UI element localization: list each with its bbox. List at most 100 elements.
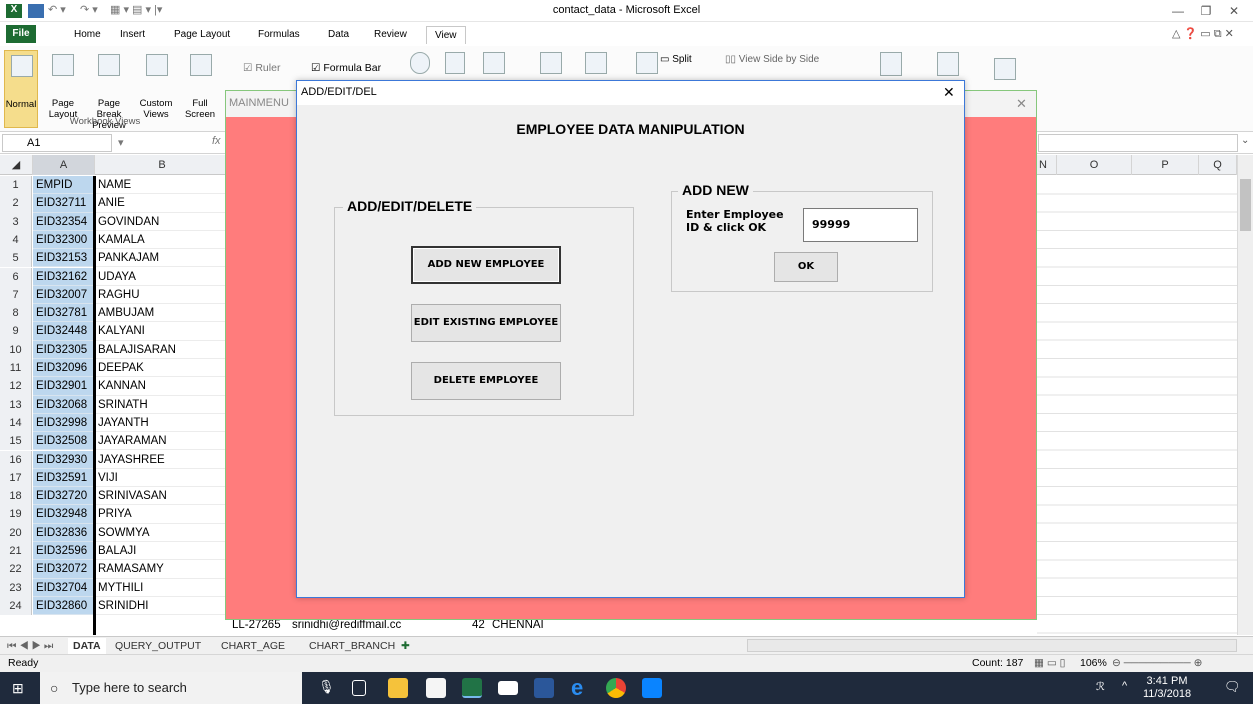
cell-empid[interactable]: EID32072 (33, 560, 95, 579)
excel-taskbar-icon[interactable] (462, 678, 482, 698)
zoom-level[interactable]: 106% (1080, 657, 1107, 669)
new-sheet-icon[interactable]: ✚ (396, 638, 415, 654)
row-number[interactable]: 10 (0, 340, 32, 359)
row-number[interactable]: 7 (0, 285, 32, 305)
ruler-checkbox[interactable]: ☑ Ruler (243, 62, 280, 74)
tab-formulas[interactable]: Formulas (254, 26, 304, 44)
cell-empid[interactable]: EID32305 (33, 340, 95, 359)
cell-name[interactable]: AMBUJAM (96, 304, 226, 323)
employee-id-input[interactable]: 99999 (803, 208, 918, 242)
tab-insert[interactable]: Insert (116, 26, 149, 44)
freeze-panes-icon[interactable] (636, 52, 658, 74)
row-number[interactable]: 9 (0, 322, 32, 341)
row-number[interactable]: 18 (0, 487, 32, 506)
row-number[interactable]: 22 (0, 560, 32, 579)
custom-views-button[interactable]: Custom Views (136, 50, 176, 120)
cell-empid[interactable]: EID32068 (33, 395, 95, 414)
row-number[interactable]: 16 (0, 450, 32, 469)
row24-email-cell[interactable]: srinidhi@rediffmail.cc (292, 619, 401, 631)
row-number[interactable]: 17 (0, 468, 32, 488)
cell-name[interactable]: SRINIDHI (96, 597, 226, 616)
select-all-corner[interactable]: ◢ (0, 155, 33, 175)
cell-name[interactable]: SRINIVASAN (96, 487, 226, 506)
tray-expand-icon[interactable]: ^ (1122, 680, 1127, 692)
tab-review[interactable]: Review (370, 26, 411, 44)
row-number[interactable]: 19 (0, 505, 32, 524)
tab-data[interactable]: Data (324, 26, 353, 44)
cell-name[interactable]: ANIE (96, 194, 226, 213)
zoom-slider[interactable]: ⊖ ───────── ⊕ (1112, 657, 1202, 669)
normal-view-button[interactable]: Normal (4, 50, 38, 128)
column-header-a[interactable]: A (33, 155, 95, 175)
cell-name[interactable]: GOVINDAN (96, 213, 226, 231)
sheet-tab-query-output[interactable]: QUERY_OUTPUT (110, 638, 206, 654)
row24-city-cell[interactable]: CHENNAI (492, 619, 544, 631)
name-box-dropdown-icon[interactable]: ▾ (118, 136, 124, 149)
row-number[interactable]: 21 (0, 542, 32, 561)
cell-name[interactable]: SOWMYA (96, 524, 226, 542)
row-number[interactable]: 24 (0, 596, 32, 616)
zoom-selection-icon[interactable] (483, 52, 505, 74)
cell-empid[interactable]: EID32836 (33, 523, 95, 542)
cell-name[interactable]: KAMALA (96, 231, 226, 250)
cell-name[interactable]: VIJI (96, 469, 226, 488)
vertical-scrollbar-thumb[interactable] (1240, 179, 1251, 231)
row-number[interactable]: 5 (0, 249, 32, 268)
view-mode-icons[interactable]: ▦ ▭ ▯ (1034, 657, 1065, 669)
minimize-button[interactable]: — (1168, 3, 1188, 19)
switch-windows-icon[interactable] (937, 52, 959, 76)
new-window-icon[interactable] (540, 52, 562, 74)
cell-name[interactable]: MYTHILI (96, 579, 226, 597)
cell-name[interactable]: PANKAJAM (96, 249, 226, 268)
people-icon[interactable]: ℛ (1096, 680, 1105, 693)
task-view-icon[interactable] (352, 680, 366, 696)
restore-button[interactable]: ❐ (1196, 3, 1216, 19)
cell-name[interactable]: DEEPAK (96, 359, 226, 378)
page-break-button[interactable]: Page Break Preview (86, 50, 132, 131)
column-header-q[interactable]: Q (1199, 155, 1237, 175)
row-number[interactable]: 23 (0, 578, 32, 597)
split-button[interactable]: ▭ Split (660, 54, 692, 65)
notifications-icon[interactable]: 🗨 (1224, 679, 1241, 695)
cell-empid[interactable]: EID32354 (33, 212, 95, 231)
cell-name[interactable]: RAGHU (96, 286, 226, 305)
row-number[interactable]: 14 (0, 413, 32, 433)
taskbar-search-input[interactable]: ○ Type here to search (40, 672, 302, 704)
column-header-n[interactable]: N (1037, 155, 1057, 175)
store-icon[interactable] (426, 678, 446, 698)
cell-name[interactable]: KALYANI (96, 322, 226, 341)
chrome-icon[interactable] (606, 678, 626, 698)
row-number[interactable]: 8 (0, 304, 32, 323)
row-number[interactable]: 3 (0, 212, 32, 231)
row-number[interactable]: 1 (0, 176, 32, 195)
cell-name[interactable]: JAYARAMAN (96, 432, 226, 451)
help-icon[interactable]: △ ❓ ▭ ⧉ ✕ (1172, 27, 1234, 41)
cell-empid[interactable]: EID32930 (33, 450, 95, 469)
save-workspace-icon[interactable] (880, 52, 902, 76)
zoom-icon[interactable] (410, 52, 430, 74)
tab-view[interactable]: View (426, 26, 466, 44)
cell-name[interactable]: PRIYA (96, 505, 226, 524)
page-layout-button[interactable]: Page Layout (42, 50, 84, 120)
cell-empid[interactable]: EID32711 (33, 194, 95, 213)
full-screen-button[interactable]: Full Screen (180, 50, 220, 120)
column-header-b[interactable]: B (95, 155, 230, 175)
dialog-close-icon[interactable]: ✕ (943, 84, 955, 101)
cell-empid[interactable]: EID32948 (33, 505, 95, 524)
sheet-tab-chart-age[interactable]: CHART_AGE (216, 638, 290, 654)
tab-page-layout[interactable]: Page Layout (170, 26, 234, 44)
expand-formula-icon[interactable]: ⌄ (1241, 135, 1249, 146)
cell-empid[interactable]: EID32860 (33, 596, 95, 616)
sheet-tab-data[interactable]: DATA (68, 638, 106, 654)
file-explorer-icon[interactable] (388, 678, 408, 698)
side-by-side-button[interactable]: ▯▯ View Side by Side (725, 54, 819, 65)
cell-empid[interactable]: EMPID (33, 176, 95, 195)
tab-file[interactable]: File (6, 25, 36, 43)
mail-icon[interactable] (498, 681, 518, 695)
cell-name[interactable]: KANNAN (96, 377, 226, 396)
row-number[interactable]: 6 (0, 267, 32, 286)
edge-icon[interactable]: e (571, 675, 583, 701)
clock[interactable]: 3:41 PM 11/3/2018 (1142, 675, 1192, 701)
formula-input[interactable] (1038, 134, 1238, 152)
cell-empid[interactable]: EID32998 (33, 413, 95, 433)
